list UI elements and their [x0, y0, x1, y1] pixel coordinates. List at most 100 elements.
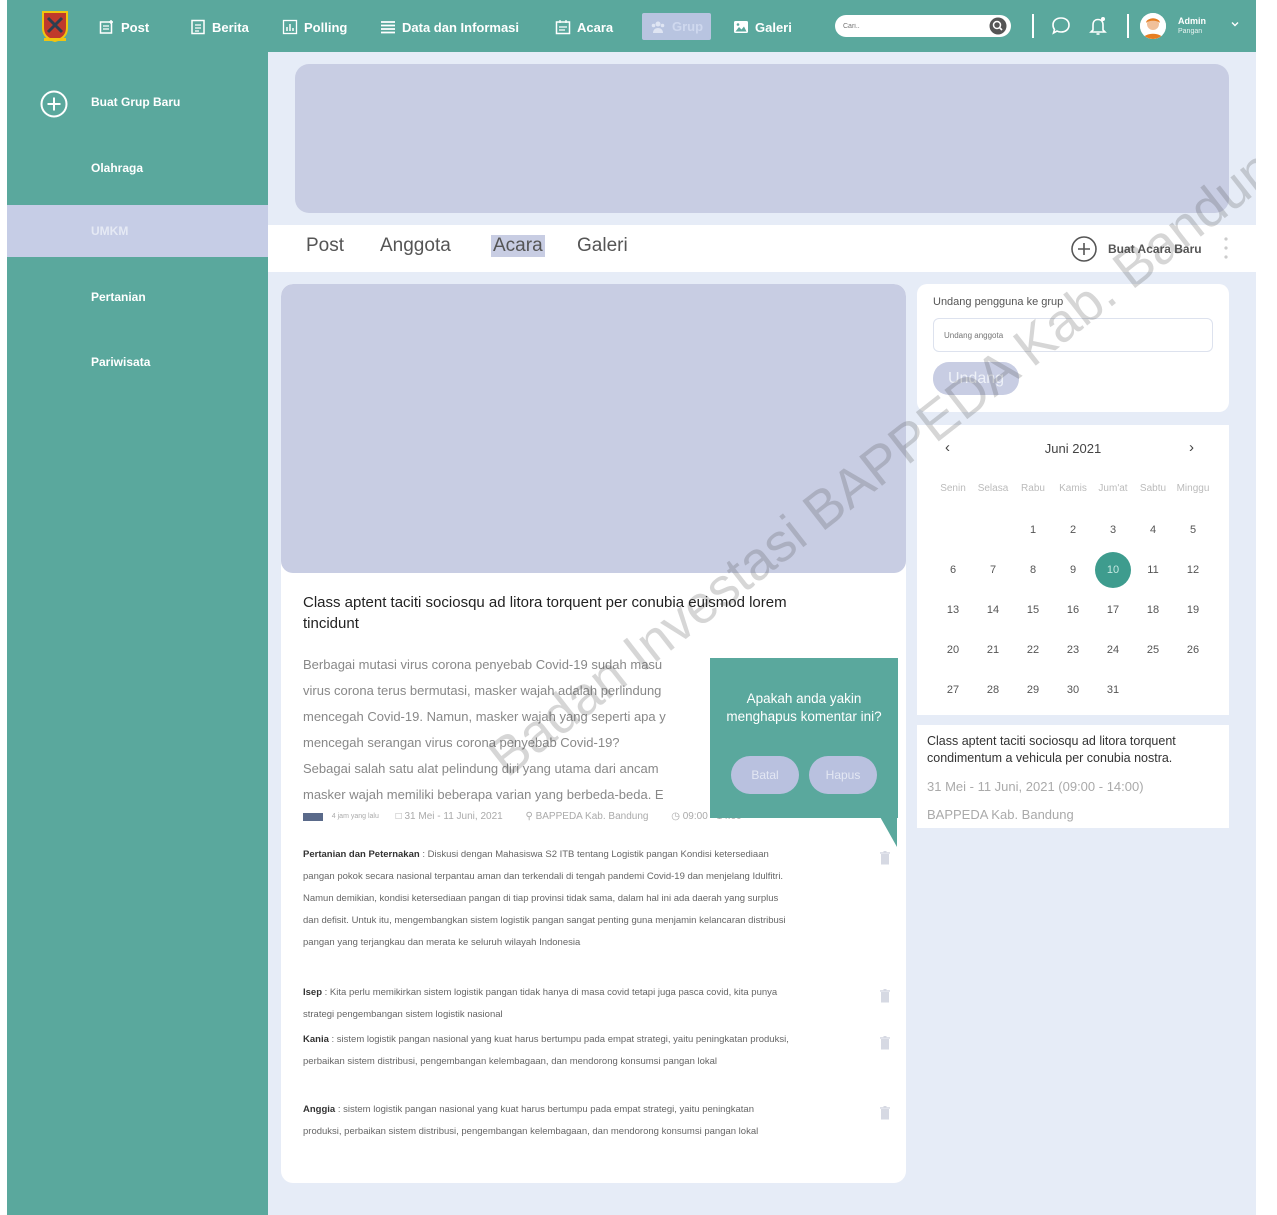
- calendar-day[interactable]: 6: [935, 552, 971, 588]
- search-input[interactable]: [843, 19, 983, 33]
- calendar-day[interactable]: 26: [1175, 632, 1211, 668]
- user-role: Pangan: [1178, 28, 1203, 35]
- calendar-day[interactable]: 28: [975, 672, 1011, 708]
- calendar-day[interactable]: 8: [1015, 552, 1051, 588]
- calendar-day[interactable]: 12: [1175, 552, 1211, 588]
- search-bar[interactable]: [835, 15, 1011, 37]
- calendar-day[interactable]: 9: [1055, 552, 1091, 588]
- group-icon: [651, 21, 665, 33]
- comment-item: Pertanian dan Peternakan : Diskusi denga…: [303, 844, 793, 954]
- trash-icon[interactable]: [879, 1106, 891, 1120]
- comment-author[interactable]: Kania: [303, 1034, 329, 1045]
- calendar-day[interactable]: 5: [1175, 512, 1211, 548]
- chat-icon[interactable]: [1051, 15, 1071, 37]
- tab-post[interactable]: Post: [306, 235, 344, 257]
- user-name[interactable]: Admin: [1178, 16, 1206, 26]
- post-image: [281, 284, 906, 573]
- comment-item: Isep : Kita perlu memikirkan sistem logi…: [303, 982, 793, 1026]
- nav-acara-label: Acara: [577, 19, 614, 35]
- calendar-day[interactable]: 23: [1055, 632, 1091, 668]
- calendar-day[interactable]: 24: [1095, 632, 1131, 668]
- calendar-day[interactable]: 29: [1015, 672, 1051, 708]
- invite-button[interactable]: Undang: [933, 362, 1019, 395]
- calendar-day[interactable]: 2: [1055, 512, 1091, 548]
- delete-button[interactable]: Hapus: [809, 756, 877, 794]
- nav-polling[interactable]: Polling: [282, 16, 347, 38]
- comment-text: : sistem logistik pangan nasional yang k…: [303, 1104, 759, 1137]
- event-date: 31 Mei - 11 Juni, 2021 (09:00 - 14:00): [927, 779, 1144, 794]
- nav-grup[interactable]: Grup: [642, 13, 712, 40]
- sidebar-item-olahraga[interactable]: Olahraga: [7, 142, 268, 194]
- user-avatar-icon: [1140, 13, 1166, 39]
- bell-icon[interactable]: [1088, 15, 1108, 37]
- nav-post[interactable]: Post: [99, 16, 149, 38]
- create-event-label: Buat Acara Baru: [1108, 242, 1202, 256]
- calendar-weekday: Jum'at: [1098, 483, 1128, 494]
- calendar-day[interactable]: 4: [1135, 512, 1171, 548]
- logo-icon[interactable]: [41, 10, 69, 42]
- calendar-day[interactable]: 31: [1095, 672, 1131, 708]
- comment-item: Kania : sistem logistik pangan nasional …: [303, 1029, 793, 1073]
- trash-icon[interactable]: [879, 851, 891, 865]
- sidebar-item-umkm[interactable]: UMKM: [7, 205, 268, 257]
- create-group-button[interactable]: Buat Grup Baru: [7, 76, 268, 128]
- calendar-day[interactable]: 22: [1015, 632, 1051, 668]
- nav-galeri[interactable]: Galeri: [733, 16, 792, 38]
- comment-author[interactable]: Pertanian dan Peternakan: [303, 849, 420, 860]
- comment-author[interactable]: Anggia: [303, 1104, 335, 1115]
- post-body-line: masker wajah memiliki beberapa varian ya…: [303, 787, 664, 802]
- calendar-day[interactable]: 15: [1015, 592, 1051, 628]
- nav-berita[interactable]: Berita: [190, 16, 249, 38]
- nav-berita-label: Berita: [212, 19, 249, 35]
- post-body-line: mencegah serangan virus corona penyebab …: [303, 735, 620, 750]
- tab-galeri[interactable]: Galeri: [577, 235, 628, 257]
- nav-acara[interactable]: Acara: [555, 16, 613, 38]
- search-icon[interactable]: [989, 17, 1007, 35]
- delete-confirm-popover: [710, 658, 898, 818]
- nav-grup-label: Grup: [672, 19, 704, 34]
- calendar-day[interactable]: 11: [1135, 552, 1171, 588]
- confirm-message: Apakah anda yakin menghapus komentar ini…: [726, 691, 882, 724]
- author-badge: [303, 812, 323, 821]
- calendar-day-today[interactable]: 10: [1095, 552, 1131, 588]
- top-navbar: Post Berita Polling Data dan Informasi A…: [7, 0, 1256, 52]
- calendar-weekday: Rabu: [1021, 483, 1045, 494]
- trash-icon[interactable]: [879, 1036, 891, 1050]
- calendar-day[interactable]: 3: [1095, 512, 1131, 548]
- chevron-down-icon[interactable]: [1229, 18, 1241, 30]
- calendar-day[interactable]: 25: [1135, 632, 1171, 668]
- calendar-day[interactable]: 14: [975, 592, 1011, 628]
- calendar-day[interactable]: 16: [1055, 592, 1091, 628]
- tab-anggota[interactable]: Anggota: [380, 235, 451, 257]
- trash-icon[interactable]: [879, 989, 891, 1003]
- invite-member-input[interactable]: [933, 318, 1213, 352]
- calendar-day[interactable]: 1: [1015, 512, 1051, 548]
- comment-item: Anggia : sistem logistik pangan nasional…: [303, 1099, 793, 1143]
- group-banner-image: [295, 64, 1229, 213]
- post-location: BAPPEDA Kab. Bandung: [535, 811, 649, 822]
- event-title: Class aptent taciti sociosqu ad litora t…: [927, 734, 1176, 765]
- create-event-button[interactable]: Buat Acara Baru: [1070, 235, 1202, 263]
- event-summary-card[interactable]: Class aptent taciti sociosqu ad litora t…: [917, 725, 1229, 828]
- tab-acara[interactable]: Acara: [491, 235, 545, 257]
- calendar-day[interactable]: 13: [935, 592, 971, 628]
- calendar-day[interactable]: 21: [975, 632, 1011, 668]
- divider: [1127, 14, 1129, 38]
- calendar-day[interactable]: 18: [1135, 592, 1171, 628]
- calendar-day[interactable]: 7: [975, 552, 1011, 588]
- post-title[interactable]: Class aptent taciti sociosqu ad litora t…: [303, 592, 823, 634]
- more-vertical-icon[interactable]: [1224, 236, 1228, 260]
- next-month-button[interactable]: ›: [1189, 439, 1194, 456]
- comment-author[interactable]: Isep: [303, 987, 322, 998]
- cancel-button[interactable]: Batal: [731, 756, 799, 794]
- calendar-day[interactable]: 20: [935, 632, 971, 668]
- nav-data-informasi[interactable]: Data dan Informasi: [380, 16, 519, 38]
- calendar-day[interactable]: 27: [935, 672, 971, 708]
- sidebar-item-pariwisata[interactable]: Pariwisata: [7, 336, 268, 388]
- calendar-day[interactable]: 30: [1055, 672, 1091, 708]
- sidebar-item-pertanian[interactable]: Pertanian: [7, 271, 268, 323]
- avatar[interactable]: [1140, 13, 1166, 39]
- calendar-day[interactable]: 19: [1175, 592, 1211, 628]
- calendar-day[interactable]: 17: [1095, 592, 1131, 628]
- add-circle-icon: [1071, 236, 1097, 262]
